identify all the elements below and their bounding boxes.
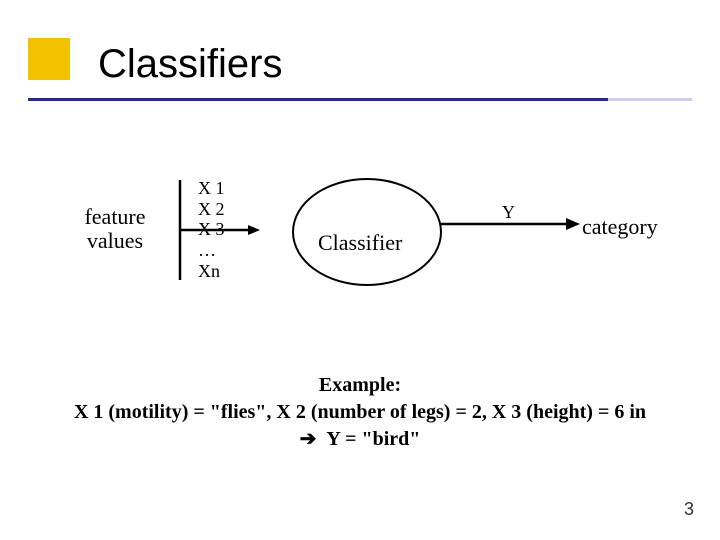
feature-x2: X 2: [198, 199, 225, 220]
input-label-line1: feature: [84, 204, 145, 229]
output-var: Y: [502, 202, 515, 223]
feature-ellipsis: …: [198, 240, 225, 261]
input-label-line2: values: [87, 228, 143, 253]
example-heading: Example:: [0, 372, 720, 399]
feature-vector: X 1 X 2 X 3 … Xn: [198, 178, 225, 281]
title-underline: [28, 98, 608, 101]
page-number: 3: [684, 499, 694, 520]
slide-header: Classifiers: [0, 0, 720, 110]
accent-square: [28, 38, 70, 80]
feature-xn: Xn: [198, 261, 225, 282]
rightwards-arrow-icon: ➔: [300, 428, 317, 450]
slide-title: Classifiers: [98, 42, 282, 87]
example-result: Y = "bird": [326, 428, 420, 450]
example-result-line: ➔ Y = "bird": [0, 426, 720, 453]
feature-x1: X 1: [198, 178, 225, 199]
classifier-diagram: feature values X 1 X 2 X 3 … Xn Classifi…: [0, 160, 720, 330]
title-underline-tail: [608, 98, 692, 101]
classifier-node-label: Classifier: [318, 230, 402, 256]
feature-x3: X 3: [198, 219, 225, 240]
output-label: category: [582, 214, 658, 240]
example-block: Example: X 1 (motility) = "flies", X 2 (…: [0, 372, 720, 453]
example-line1: X 1 (motility) = "flies", X 2 (number of…: [0, 399, 720, 426]
input-label: feature values: [70, 205, 160, 253]
